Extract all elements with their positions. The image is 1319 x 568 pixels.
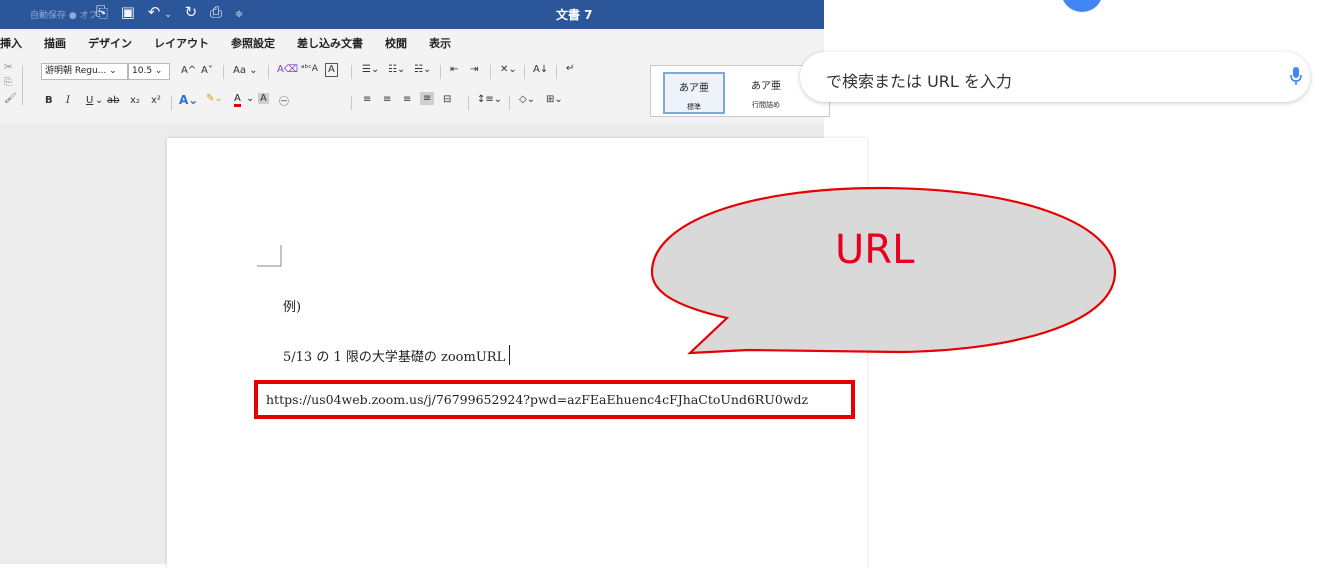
show-formatting-icon[interactable]: ↵	[566, 63, 574, 74]
mic-icon[interactable]	[1289, 66, 1303, 88]
align-right-icon[interactable]: ≡	[403, 94, 411, 105]
speech-bubble-label: URL	[835, 227, 915, 273]
divider	[524, 65, 525, 79]
text-cursor	[509, 345, 510, 365]
distributed-icon[interactable]: ⊟	[443, 94, 451, 105]
line-spacing-icon[interactable]: ↕≡⌄	[477, 94, 502, 105]
align-center-icon[interactable]: ≡	[383, 94, 391, 105]
new-doc-icon[interactable]: ⎘	[96, 3, 112, 21]
highlight-color-icon[interactable]: ✎⌄	[206, 93, 223, 104]
divider	[468, 96, 469, 110]
bullets-icon[interactable]: ☰⌄	[362, 64, 379, 75]
enclose-characters-icon[interactable]: ㊀	[279, 93, 289, 108]
tab-references[interactable]: 参照設定	[231, 37, 275, 50]
font-name-dropdown[interactable]: 游明朝 Regu... ⌄	[41, 63, 128, 80]
justify-icon[interactable]: ≡	[420, 92, 435, 105]
divider	[440, 65, 441, 79]
font-color-icon[interactable]: A	[234, 93, 241, 107]
numbering-icon[interactable]: ☷⌄	[388, 64, 405, 75]
underline-button[interactable]: U	[86, 95, 93, 106]
decrease-indent-icon[interactable]: ⇤	[450, 64, 458, 75]
font-color-dropdown-icon[interactable]: ⌄	[246, 93, 254, 104]
document-line-title[interactable]: 5/13 の 1 限の大学基礎の zoomURL	[283, 346, 505, 365]
google-logo-partial	[1061, 0, 1103, 12]
divider	[351, 96, 352, 110]
style-normal[interactable]: あア亜 標準	[663, 72, 725, 114]
customize-icon[interactable]: ≑	[235, 9, 247, 20]
divider	[223, 65, 224, 79]
align-left-icon[interactable]: ≡	[363, 94, 371, 105]
change-case-button[interactable]: Aa ⌄	[233, 65, 258, 76]
divider	[351, 65, 352, 79]
tab-review[interactable]: 校閲	[385, 37, 407, 50]
cut-icon[interactable]: ✂	[4, 62, 12, 73]
clear-formatting-icon[interactable]: A⌫	[277, 64, 298, 75]
save-icon[interactable]: ▣	[121, 3, 139, 21]
quick-access-toolbar[interactable]: ⎘ ▣ ↶⌄ ↻ ⎙ ≑	[96, 3, 247, 21]
undo-dropdown-icon[interactable]: ⌄	[164, 10, 176, 20]
ribbon-tabs: 挿入 描画 デザイン レイアウト 参照設定 差し込み文書 校閲 表示	[0, 35, 473, 53]
bold-button[interactable]: B	[45, 95, 53, 106]
redo-icon[interactable]: ↻	[185, 3, 202, 21]
url-highlight-box	[254, 380, 855, 419]
tab-layout[interactable]: レイアウト	[154, 37, 209, 50]
superscript-button[interactable]: x²	[151, 95, 161, 106]
print-icon[interactable]: ⎙	[210, 3, 226, 21]
text-effects-icon[interactable]: A⌄	[179, 93, 198, 107]
shrink-font-button[interactable]: A˅	[201, 65, 213, 76]
margin-corner-mark	[257, 245, 282, 267]
document-line-example[interactable]: 例)	[283, 296, 301, 315]
multilevel-list-icon[interactable]: ☵⌄	[414, 64, 431, 75]
increase-indent-icon[interactable]: ⇥	[470, 64, 478, 75]
font-size-dropdown[interactable]: 10.5 ⌄	[128, 63, 170, 80]
tab-draw[interactable]: 描画	[44, 37, 66, 50]
asian-layout-icon[interactable]: ✕⌄	[500, 64, 517, 75]
grow-font-button[interactable]: A^	[181, 65, 196, 76]
phonetic-guide-icon[interactable]: ᵃᵇᶜA	[301, 64, 318, 74]
borders-icon[interactable]: ⊞⌄	[546, 94, 563, 105]
underline-dropdown-icon[interactable]: ⌄	[95, 95, 103, 106]
shading-icon[interactable]: ◇⌄	[519, 94, 535, 105]
document-title: 文書 7	[556, 8, 593, 22]
undo-icon[interactable]: ↶	[148, 3, 165, 21]
divider	[556, 65, 557, 79]
copy-icon[interactable]: ⎘	[4, 77, 12, 88]
word-ribbon: 挿入 描画 デザイン レイアウト 参照設定 差し込み文書 校閲 表示 ✂ ⎘ 🖌 游明朝 Re…	[0, 29, 830, 125]
divider	[490, 65, 491, 79]
character-shading-icon[interactable]: A	[258, 93, 269, 104]
divider	[22, 65, 23, 105]
subscript-button[interactable]: x₂	[130, 95, 140, 106]
tab-design[interactable]: デザイン	[88, 37, 132, 50]
style-no-spacing[interactable]: あア亜 行間詰め	[737, 72, 795, 110]
divider	[509, 96, 510, 110]
format-painter-icon[interactable]: 🖌	[4, 93, 17, 104]
tab-mailings[interactable]: 差し込み文書	[297, 37, 363, 50]
autosave-toggle[interactable]: 自動保存 ● オフ	[30, 8, 98, 21]
divider	[268, 65, 269, 79]
character-border-icon[interactable]: A	[325, 63, 338, 77]
strikethrough-button[interactable]: ab	[107, 95, 119, 106]
tab-insert[interactable]: 挿入	[0, 37, 22, 50]
tab-view[interactable]: 表示	[429, 37, 451, 50]
italic-button[interactable]: I	[66, 95, 70, 106]
word-title-bar: 自動保存 ● オフ ⎘ ▣ ↶⌄ ↻ ⎙ ≑ 文書 7	[0, 0, 824, 29]
divider	[171, 96, 172, 110]
speech-bubble-callout	[650, 186, 1117, 355]
omnibox-placeholder: で検索または URL を入力	[826, 72, 1012, 91]
sort-icon[interactable]: A↓	[533, 64, 548, 75]
